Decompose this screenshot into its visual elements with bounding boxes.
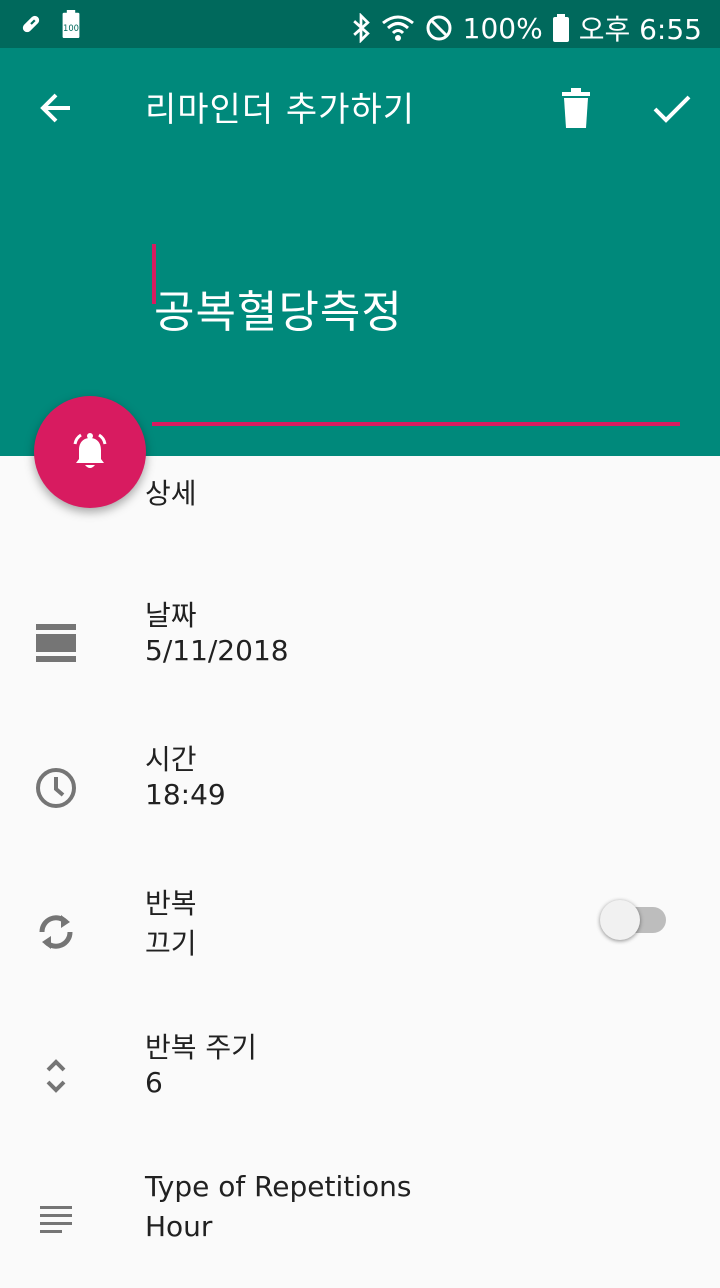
repeat-interval-label: 반복 주기: [145, 1031, 257, 1064]
repeat-interval-row[interactable]: 반복 주기 6: [0, 1024, 720, 1144]
bluetooth-icon: [351, 13, 371, 43]
save-button[interactable]: [648, 84, 696, 132]
title-input-underline: [152, 422, 680, 426]
status-time: 오후 6:55: [578, 13, 702, 46]
repetition-type-label: Type of Repetitions: [145, 1170, 412, 1203]
calendar-icon: [30, 618, 82, 670]
reminder-title-input[interactable]: [152, 188, 684, 428]
status-bar: 100 100% 오후 6:55: [0, 0, 720, 48]
details-heading: 상세: [145, 477, 197, 510]
clock-icon: [30, 762, 82, 814]
delete-button[interactable]: [552, 84, 600, 132]
bell-ringing-icon: [73, 433, 107, 468]
battery-percent: 100%: [462, 11, 543, 45]
svg-text:100: 100: [63, 23, 79, 33]
do-not-disturb-icon: [425, 14, 453, 42]
back-button[interactable]: [32, 84, 80, 132]
reminder-toggle-fab[interactable]: [34, 396, 146, 508]
status-right-icons: 100% 오후 6:55: [351, 8, 702, 48]
time-setting-row[interactable]: 시간 18:49: [0, 736, 720, 856]
wifi-icon: [381, 14, 415, 42]
repeat-value: 끄기: [145, 927, 197, 960]
arrow-back-icon: [40, 93, 70, 123]
date-setting-row[interactable]: 날짜 5/11/2018: [0, 592, 720, 712]
header: 리마인더 추가하기: [0, 48, 720, 456]
repeat-setting-row[interactable]: 반복 끄기: [0, 880, 720, 1000]
text-cursor: [152, 244, 156, 304]
repeat-interval-value: 6: [145, 1066, 163, 1099]
time-label: 시간: [145, 743, 197, 776]
unfold-icon: [30, 1050, 82, 1102]
list-icon: [30, 1194, 82, 1246]
repetition-type-value: Hour: [145, 1210, 213, 1243]
repeat-toggle-switch[interactable]: [600, 900, 668, 940]
time-value: 18:49: [145, 778, 226, 811]
repeat-icon: [30, 906, 82, 958]
trash-icon: [562, 88, 590, 128]
repetition-type-row[interactable]: Type of Repetitions Hour: [0, 1168, 720, 1288]
repeat-label: 반복: [145, 887, 197, 920]
date-label: 날짜: [145, 599, 197, 632]
switch-thumb: [600, 900, 640, 940]
pill-icon: [18, 11, 44, 37]
check-icon: [653, 95, 691, 123]
page-title: 리마인더 추가하기: [145, 90, 416, 130]
battery-saver-icon: 100: [62, 10, 80, 38]
status-left-icons: 100: [18, 10, 80, 38]
battery-icon: [552, 14, 569, 42]
date-value: 5/11/2018: [145, 634, 289, 667]
